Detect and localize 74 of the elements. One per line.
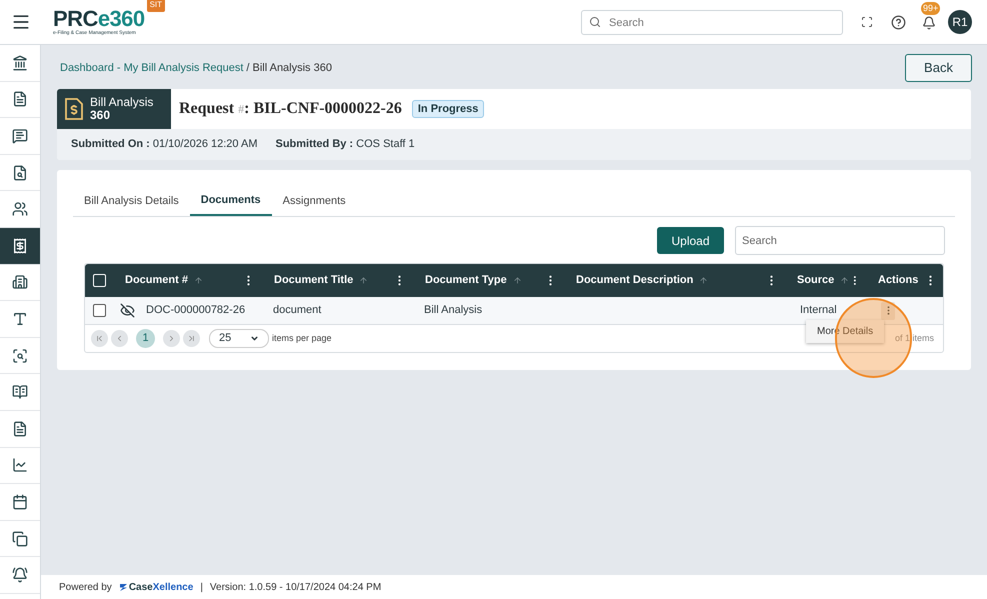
previous-icon — [115, 334, 124, 343]
sort-icon — [359, 276, 368, 285]
table-search-field[interactable]: Search — [735, 226, 945, 255]
help-icon — [891, 14, 906, 30]
search-icon — [589, 16, 601, 28]
table-cell-text: Internal — [799, 303, 838, 318]
table-cell-text: Bill Analysis — [423, 303, 484, 318]
powered-by-text: Powered by — [59, 580, 112, 594]
users-icon — [12, 201, 28, 218]
next-icon — [167, 334, 176, 343]
submitted-by: Submitted By : COS Staff 1 — [275, 137, 415, 152]
request-title: Request #: BIL-CNF-0000022-26 — [179, 99, 402, 119]
column-header[interactable]: Document # — [125, 272, 203, 289]
column-header[interactable]: Document Title — [274, 272, 368, 289]
env-badge: SIT — [146, 0, 166, 12]
column-header[interactable]: Document Type — [425, 272, 522, 289]
file-search-icon — [12, 164, 28, 181]
fullscreen-icon — [861, 16, 873, 28]
tab[interactable]: Assignments — [272, 187, 357, 216]
chat-icon — [12, 128, 28, 144]
logo-text: PRCe360 — [53, 8, 145, 30]
page-button[interactable]: 1 — [136, 329, 155, 348]
footer-separator: | — [200, 580, 203, 594]
first-page-icon — [95, 334, 104, 343]
upload-button[interactable]: Upload — [657, 227, 724, 254]
bell-icon — [922, 16, 936, 30]
submitted-on: Submitted On : 01/10/2026 12:20 AM — [71, 137, 258, 152]
module-subtitle: 360 — [90, 109, 110, 122]
table-cell-text: document — [272, 303, 322, 318]
tab[interactable]: Bill Analysis Details — [73, 187, 190, 216]
sort-icon — [512, 276, 522, 285]
text-icon — [12, 310, 28, 327]
back-button[interactable]: Back — [905, 54, 972, 82]
dollar-file-icon — [64, 97, 84, 121]
bank-icon — [12, 54, 28, 71]
row-checkbox[interactable] — [93, 304, 106, 317]
sort-icon — [699, 276, 708, 285]
chart-icon — [12, 457, 28, 474]
table-cell-text: DOC-000000782-26 — [146, 303, 246, 318]
column-header[interactable]: Actions — [878, 272, 918, 289]
status-badge: In Progress — [412, 100, 484, 118]
select-all-checkbox[interactable] — [93, 274, 106, 287]
copy-icon — [12, 530, 28, 547]
column-header[interactable]: Document Description — [576, 272, 708, 289]
document-icon — [12, 420, 28, 437]
bell-icon — [12, 567, 28, 584]
page-size-select[interactable]: 25 — [209, 329, 269, 348]
brand-logo: CaseXellence — [118, 580, 194, 594]
first-page-button[interactable] — [91, 330, 108, 347]
building-icon — [12, 274, 28, 290]
breadcrumb-separator: / — [246, 60, 250, 76]
sidebar-item[interactable] — [0, 228, 40, 265]
notification-count: 99+ — [921, 2, 940, 15]
breadcrumb-link[interactable]: Dashboard - My Bill Analysis Request — [60, 60, 244, 76]
calendar-icon — [12, 494, 28, 510]
pager-info: of 1 items — [894, 332, 934, 345]
book-icon — [12, 384, 28, 400]
version-text: Version: 1.0.59 - 10/17/2024 04:24 PM — [210, 580, 382, 594]
module-title: Bill Analysis — [90, 96, 154, 109]
avatar[interactable]: R1 — [948, 10, 972, 34]
row-actions-button[interactable] — [881, 302, 895, 320]
receipt-icon — [12, 238, 28, 254]
dropdown-icon — [250, 334, 259, 343]
last-page-icon — [187, 334, 196, 343]
last-page-button[interactable] — [183, 330, 200, 347]
page-size-label: items per page — [272, 332, 332, 345]
tab[interactable]: Documents — [190, 187, 272, 216]
document-icon — [12, 91, 28, 108]
search-field[interactable]: Search — [581, 10, 843, 35]
column-header[interactable]: Source — [797, 272, 850, 289]
sort-icon — [194, 276, 203, 285]
scan-search-icon — [12, 348, 28, 364]
breadcrumb-link[interactable]: Bill Analysis 360 — [252, 60, 332, 76]
sort-icon — [840, 276, 850, 285]
